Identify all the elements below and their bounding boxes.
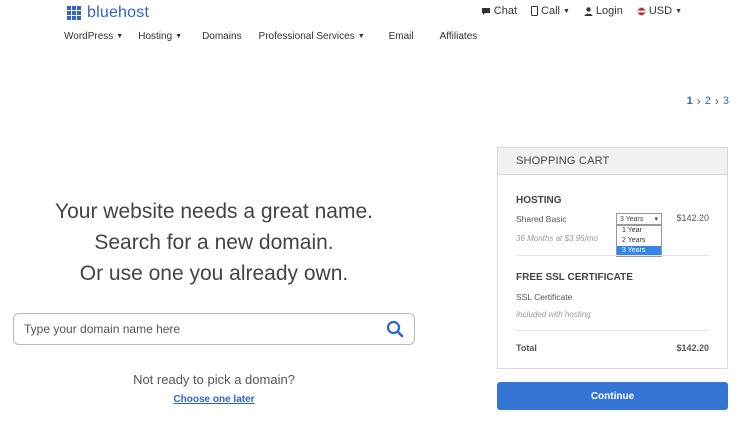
domain-search-input[interactable] [24, 322, 386, 336]
hero-line-2: Search for a new domain. [94, 231, 334, 254]
term-option[interactable]: 1 Year [617, 226, 661, 236]
nav-item-affiliates[interactable]: Affiliates [440, 31, 478, 42]
total-price: $142.20 [676, 343, 709, 353]
nav-label: Email [388, 31, 414, 42]
cart-title: SHOPPING CART [498, 148, 727, 175]
domain-search-box [13, 313, 415, 345]
step-1[interactable]: 1 [687, 95, 693, 107]
nav-item-email[interactable]: Email [389, 31, 414, 42]
chevron-down-icon: ▼ [357, 33, 365, 40]
call-label: Call [541, 5, 560, 17]
chevron-down-icon: ▼ [562, 7, 570, 15]
choose-later-link[interactable]: Choose one later [13, 394, 415, 405]
utility-nav: Chat Call ▼ Login USD ▼ [481, 5, 682, 17]
ssl-item: SSL Certificate [516, 292, 573, 302]
continue-button[interactable]: Continue [497, 382, 728, 410]
hosting-title: HOSTING [516, 195, 562, 206]
phone-icon [531, 6, 539, 16]
nav-item-domains[interactable]: Domains [202, 31, 241, 42]
ssl-note: Included with hosting [516, 310, 591, 319]
chevron-down-icon: ▼ [675, 7, 682, 15]
search-icon[interactable] [386, 320, 404, 338]
call-link[interactable]: Call ▼ [531, 5, 570, 17]
chevron-right-icon: › [696, 94, 701, 108]
nav-item-hosting[interactable]: Hosting ▼ [138, 31, 182, 42]
nav-label: Hosting [138, 31, 173, 42]
term-option[interactable]: 2 Years [617, 236, 661, 246]
cart-divider [516, 330, 709, 331]
shopping-cart: SHOPPING CART HOSTING Shared Basic $142.… [497, 147, 728, 369]
hero-line-1: Your website needs a great name. [55, 200, 373, 223]
us-flag-icon [636, 6, 646, 16]
term-selected-value: 3 Years [620, 215, 644, 223]
step-2[interactable]: 2 [705, 95, 711, 107]
hero-line-3: Or use one you already own. [79, 262, 349, 285]
grid-logo-icon [67, 6, 81, 20]
dropdown-arrow-icon: ▾ [654, 216, 658, 223]
step-3[interactable]: 3 [723, 95, 729, 107]
chat-label: Chat [493, 5, 518, 17]
nav-label: WordPress [64, 31, 114, 42]
login-label: Login [595, 5, 623, 17]
nav-label: Professional Services [258, 31, 355, 42]
term-options-list: 1 Year 2 Years 3 Years [616, 225, 662, 257]
currency-label: USD [648, 5, 673, 17]
chat-link[interactable]: Chat [481, 5, 517, 17]
total-label: Total [516, 343, 537, 353]
not-ready-text: Not ready to pick a domain? [133, 372, 295, 387]
nav-item-professional-services[interactable]: Professional Services ▼ [259, 31, 365, 42]
hosting-plan: Shared Basic [516, 214, 567, 224]
nav-label: Domains [202, 31, 242, 42]
hero-heading: Your website needs a great name. Search … [13, 196, 415, 289]
chat-icon [481, 7, 490, 15]
step-pager: 1 › 2 › 3 [687, 94, 729, 108]
hosting-term-note: 36 Months at $3.95/mo [516, 234, 598, 243]
nav-item-wordpress[interactable]: WordPress ▼ [64, 31, 123, 42]
brand-name: bluehost [87, 4, 150, 21]
currency-selector[interactable]: USD ▼ [636, 5, 682, 17]
user-icon [584, 6, 593, 16]
chevron-down-icon: ▼ [175, 33, 183, 40]
ssl-title: FREE SSL CERTIFICATE [516, 272, 633, 283]
chevron-right-icon: › [714, 94, 719, 108]
term-select[interactable]: 3 Years ▾ [616, 213, 662, 225]
main-nav: WordPress ▼ Hosting ▼ Domains Professional… [64, 31, 477, 42]
chevron-down-icon: ▼ [116, 33, 124, 40]
hosting-price: $142.20 [676, 213, 709, 223]
nav-label: Affiliates [439, 31, 478, 42]
cart-divider [516, 255, 709, 256]
login-link[interactable]: Login [584, 5, 623, 17]
bluehost-logo[interactable]: bluehost [67, 4, 149, 22]
